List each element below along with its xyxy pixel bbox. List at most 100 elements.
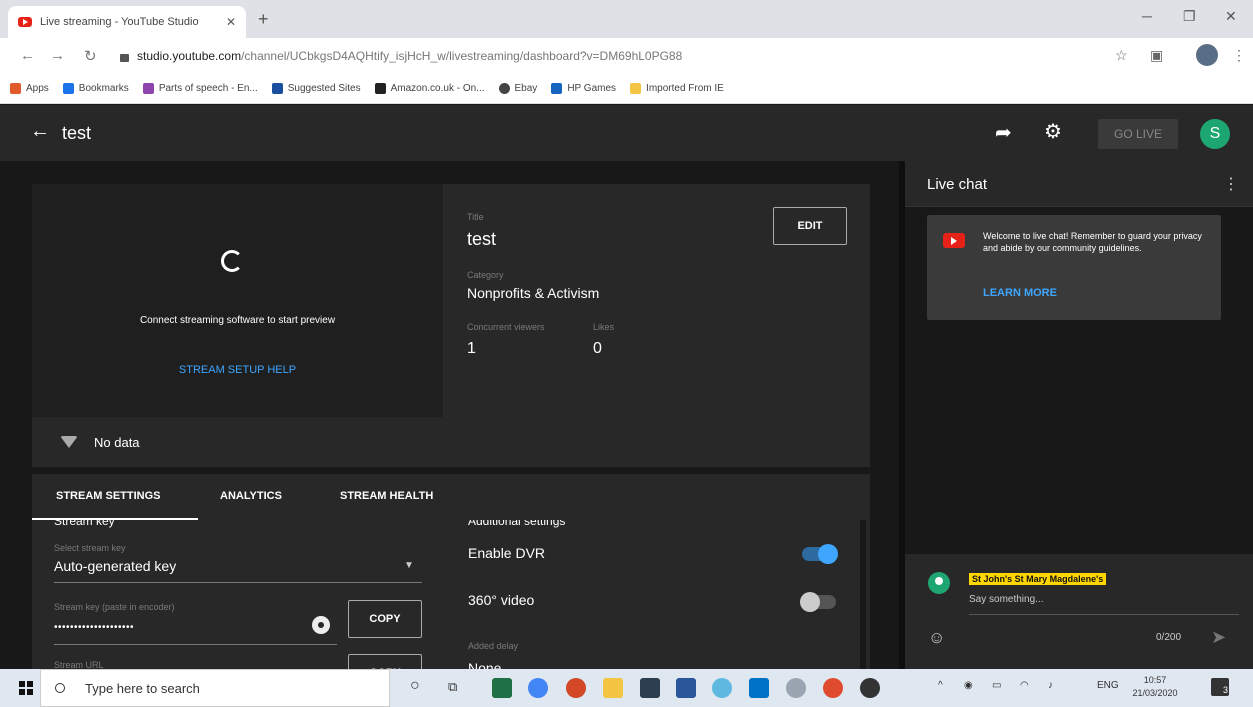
stream-preview: Connect streaming software to start prev… xyxy=(32,184,443,417)
stream-key-select[interactable]: Auto-generated key xyxy=(54,558,176,574)
chrome-icon[interactable] xyxy=(823,678,843,698)
bookmark-label: Ebay xyxy=(514,83,538,94)
stream-info-panel: Title test Category Nonprofits & Activis… xyxy=(443,184,870,417)
chrome-icon[interactable] xyxy=(528,678,548,698)
wifi-icon[interactable]: ◠ xyxy=(1020,680,1029,691)
close-tab-icon[interactable]: ✕ xyxy=(226,15,236,29)
app-icon[interactable] xyxy=(786,678,806,698)
tray-expand-icon[interactable]: ^ xyxy=(938,680,943,691)
learn-more-link[interactable]: LEARN MORE xyxy=(983,287,1057,299)
dropdown-arrow-icon[interactable]: ▼ xyxy=(404,560,414,571)
bookmark-item[interactable]: HP Games xyxy=(551,83,616,94)
site-favicon-icon xyxy=(551,83,563,94)
added-delay-select[interactable]: None xyxy=(468,660,501,669)
tab-stream-settings[interactable]: STREAM SETTINGS xyxy=(56,490,161,502)
cortana-icon[interactable]: ○ xyxy=(410,677,420,695)
mail-icon[interactable] xyxy=(749,678,769,698)
added-delay-label: Added delay xyxy=(468,641,519,651)
stream-key-field-label: Stream key (paste in encoder) xyxy=(54,602,175,612)
bookmark-star-icon[interactable]: ☆ xyxy=(1115,47,1128,64)
battery-icon[interactable]: ▭ xyxy=(992,680,1001,691)
settings-scrollbar[interactable] xyxy=(860,520,866,669)
site-favicon-icon xyxy=(142,83,154,94)
likes-value: 0 xyxy=(593,340,602,357)
close-window-icon[interactable]: ✕ xyxy=(1225,8,1237,25)
gear-icon[interactable]: ⚙ xyxy=(1044,119,1062,144)
tab-stream-health[interactable]: STREAM HEALTH xyxy=(340,490,433,502)
stream-setup-help-link[interactable]: STREAM SETUP HELP xyxy=(32,364,443,376)
back-nav-icon[interactable]: ← xyxy=(20,47,35,64)
bookmark-label: Bookmarks xyxy=(78,83,129,94)
maximize-icon[interactable]: ❐ xyxy=(1183,8,1196,25)
video-360-label: 360° video xyxy=(468,592,535,608)
taskbar-clock[interactable]: 10:57 21/03/2020 xyxy=(1130,674,1180,700)
bookmark-item[interactable]: Imported From IE xyxy=(630,83,724,94)
browser-menu-icon[interactable]: ⋮ xyxy=(1232,47,1246,64)
network-icon[interactable]: ◉ xyxy=(964,680,973,691)
language-indicator[interactable]: ENG xyxy=(1097,680,1119,691)
chat-header: Live chat ⋮ xyxy=(905,161,1253,207)
bookmark-item[interactable]: Parts of speech - En... xyxy=(142,83,258,94)
dvr-toggle[interactable] xyxy=(802,544,838,564)
additional-settings-heading: Additional settings xyxy=(468,520,566,528)
bookmark-item[interactable]: Amazon.co.uk - On... xyxy=(374,83,485,94)
notifications-icon[interactable]: 3 xyxy=(1211,678,1229,696)
dashboard-main: Connect streaming software to start prev… xyxy=(0,161,900,669)
copy-stream-url-button[interactable]: COPY xyxy=(348,654,422,669)
powerpoint-icon[interactable] xyxy=(566,678,586,698)
site-favicon-icon xyxy=(271,83,283,94)
browser-tab[interactable]: Live streaming - YouTube Studio ✕ xyxy=(8,6,246,38)
lock-icon xyxy=(120,54,129,62)
tab-analytics[interactable]: ANALYTICS xyxy=(220,490,282,502)
avatar[interactable]: S xyxy=(1200,119,1230,149)
go-live-button[interactable]: GO LIVE xyxy=(1098,119,1178,149)
windows-start-icon[interactable] xyxy=(19,681,33,695)
category-value: Nonprofits & Activism xyxy=(467,285,600,301)
new-tab-button[interactable]: + xyxy=(258,9,269,30)
bookmark-item[interactable]: Suggested Sites xyxy=(271,83,361,94)
word-icon[interactable] xyxy=(676,678,696,698)
viewers-label: Concurrent viewers xyxy=(467,322,545,332)
bookmarks-bar: Apps Bookmarks Parts of speech - En... S… xyxy=(0,74,1253,104)
copy-stream-key-button[interactable]: COPY xyxy=(348,600,422,638)
reload-icon[interactable]: ↻ xyxy=(84,47,97,65)
excel-icon[interactable] xyxy=(492,678,512,698)
browser-tab-title: Live streaming - YouTube Studio xyxy=(40,16,199,28)
address-bar-row: ← → ↻ studio.youtube.com /channel/UCbkgs… xyxy=(0,38,1253,74)
app-icon[interactable] xyxy=(712,678,732,698)
chat-message-input[interactable]: Say something... xyxy=(969,594,1043,605)
eye-pupil xyxy=(318,622,324,628)
loading-spinner-icon xyxy=(221,250,243,272)
emoji-icon[interactable]: ☺ xyxy=(928,628,945,648)
chat-input-area: St John's St Mary Magdalene's Say someth… xyxy=(905,554,1253,669)
edit-button[interactable]: EDIT xyxy=(773,207,847,245)
browser-profile-avatar[interactable] xyxy=(1196,44,1218,66)
health-status-text: No data xyxy=(94,434,140,450)
url-host: studio.youtube.com xyxy=(137,49,242,63)
search-icon xyxy=(55,683,65,693)
back-arrow-icon[interactable]: ← xyxy=(30,120,50,143)
app-icon[interactable] xyxy=(860,678,880,698)
bookmark-item[interactable]: Ebay xyxy=(498,83,538,94)
task-view-icon[interactable]: ⧉ xyxy=(448,679,457,695)
send-icon[interactable]: ➤ xyxy=(1211,627,1226,648)
file-explorer-icon[interactable] xyxy=(603,678,623,698)
url-input[interactable]: studio.youtube.com /channel/UCbkgsD4AQHt… xyxy=(120,44,1110,68)
share-icon[interactable]: ➦ xyxy=(995,120,1012,145)
select-key-label: Select stream key xyxy=(54,543,126,553)
volume-icon[interactable]: ♪ xyxy=(1048,680,1053,691)
settings-tabs: STREAM SETTINGS ANALYTICS STREAM HEALTH xyxy=(32,474,870,520)
clock-time: 10:57 xyxy=(1143,675,1167,685)
taskbar-search-input[interactable]: Type here to search xyxy=(40,669,390,707)
more-options-icon[interactable]: ⋮ xyxy=(1223,174,1239,194)
bookmark-item[interactable]: Bookmarks xyxy=(62,83,129,94)
minimize-icon[interactable]: ─ xyxy=(1142,8,1152,24)
video-360-toggle[interactable] xyxy=(800,592,836,612)
stream-key-field[interactable]: •••••••••••••••••••• xyxy=(54,622,134,633)
photos-icon[interactable] xyxy=(640,678,660,698)
dvr-toggle-knob xyxy=(818,544,838,564)
welcome-message: Welcome to live chat! Remember to guard … xyxy=(983,231,1202,253)
extension-icon[interactable]: ▣ xyxy=(1150,47,1163,64)
forward-nav-icon[interactable]: → xyxy=(50,47,65,64)
bookmark-item[interactable]: Apps xyxy=(10,83,49,94)
